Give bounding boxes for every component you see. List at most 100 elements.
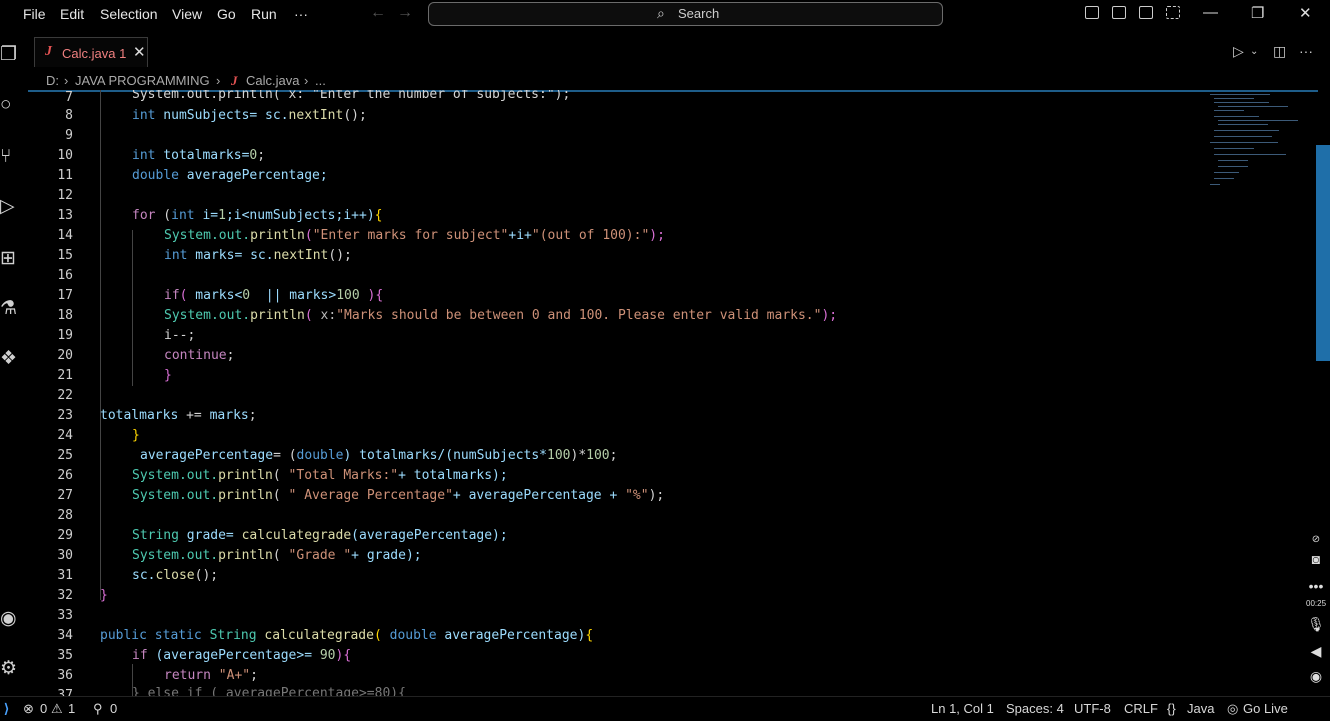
- code-line: System.out.println( "Total Marks:"+ tota…: [132, 468, 508, 483]
- menu-run[interactable]: Run: [251, 6, 277, 22]
- code-line: }: [100, 588, 108, 603]
- menu-edit[interactable]: Edit: [60, 6, 84, 22]
- end-of-line[interactable]: CRLF: [1124, 701, 1158, 716]
- microphone-icon[interactable]: 🎙: [1306, 616, 1326, 633]
- warning-icon[interactable]: ⚠: [51, 701, 63, 717]
- code-line: int numSubjects= sc.nextInt();: [132, 108, 367, 123]
- chevron-right-icon: ›: [64, 73, 69, 88]
- code-line: System.out.println( " Average Percentage…: [132, 488, 665, 503]
- code-line: return "A+";: [164, 668, 258, 683]
- menu-file[interactable]: File: [23, 6, 46, 22]
- go-live-button[interactable]: Go Live: [1243, 701, 1288, 716]
- run-dropdown-chevron-icon[interactable]: ⌄: [1250, 46, 1258, 57]
- chevron-right-icon: ›: [304, 73, 309, 88]
- java-file-icon: J: [231, 73, 238, 88]
- line-number: 15: [57, 248, 73, 263]
- line-number: 7: [65, 90, 73, 105]
- extensions-icon[interactable]: ⊞: [0, 248, 22, 270]
- line-number: 36: [57, 668, 73, 683]
- indent-guide: [132, 230, 133, 386]
- line-number: 10: [57, 148, 73, 163]
- run-debug-icon[interactable]: ▷: [0, 196, 22, 218]
- minimize-icon[interactable]: —: [1203, 4, 1218, 21]
- code-line: i--;: [164, 328, 196, 343]
- line-number: 31: [57, 568, 73, 583]
- line-number: 9: [65, 128, 73, 143]
- webcam-icon[interactable]: ◉: [1306, 668, 1326, 685]
- toggle-panel-icon[interactable]: [1112, 6, 1126, 19]
- code-line: String grade= calculategrade(averagePerc…: [132, 528, 508, 543]
- breadcrumb-file[interactable]: Calc.java: [246, 73, 299, 88]
- remote-indicator-icon[interactable]: ⟩: [4, 701, 9, 717]
- code-line: for (int i=1;i<numSubjects;i++){: [132, 208, 383, 223]
- code-line: averagePercentage= (double) totalmarks/(…: [140, 448, 618, 463]
- source-control-icon[interactable]: ⑂: [0, 146, 22, 168]
- testing-icon[interactable]: ⚗: [0, 298, 22, 320]
- braces-icon: {}: [1167, 701, 1176, 716]
- status-bar: ⟩ ⊗ 0 ⚠ 1 ⚲ 0 Ln 1, Col 1 Spaces: 4 UTF-…: [0, 696, 1330, 721]
- activity-bar: ❐ ○ ⑂ ▷ ⊞ ⚗ ❖ ◉ ⚙: [0, 30, 28, 698]
- search-view-icon[interactable]: ○: [0, 94, 22, 116]
- ports-count[interactable]: 0: [110, 701, 117, 716]
- more-actions-icon[interactable]: ···: [1299, 43, 1313, 59]
- line-number: 18: [57, 308, 73, 323]
- line-number: 16: [57, 268, 73, 283]
- back-arrow-icon[interactable]: ←: [370, 4, 386, 22]
- line-number: 33: [57, 608, 73, 623]
- python-icon[interactable]: ❖: [0, 348, 22, 370]
- menu-go[interactable]: Go: [217, 6, 236, 22]
- speaker-icon[interactable]: ◀: [1306, 643, 1326, 660]
- run-java-icon[interactable]: ▷: [1233, 43, 1244, 60]
- line-number: 25: [57, 448, 73, 463]
- tab-calc-java[interactable]: J Calc.java 1 ✕: [34, 37, 148, 67]
- breadcrumb-folder[interactable]: JAVA PROGRAMMING: [75, 73, 210, 88]
- account-icon[interactable]: ◉: [0, 608, 22, 630]
- breadcrumb-drive[interactable]: D:: [46, 73, 59, 88]
- command-center-search[interactable]: ⌕ Search: [428, 2, 943, 26]
- code-line: }: [164, 368, 172, 383]
- code-line: sc.close();: [132, 568, 219, 583]
- line-number: 21: [57, 368, 73, 383]
- indentation[interactable]: Spaces: 4: [1006, 701, 1064, 716]
- breadcrumb-more[interactable]: ...: [315, 73, 326, 88]
- cursor-position[interactable]: Ln 1, Col 1: [931, 701, 994, 716]
- language-mode[interactable]: Java: [1187, 701, 1214, 716]
- code-line: if( marks<0 || marks>100 ){: [164, 288, 384, 303]
- line-number: 28: [57, 508, 73, 523]
- ports-icon[interactable]: ⚲: [93, 701, 103, 717]
- recorder-more-icon[interactable]: •••: [1306, 578, 1326, 594]
- code-line: System.out.println("Enter marks for subj…: [164, 228, 665, 243]
- explorer-icon[interactable]: ❐: [0, 44, 22, 66]
- toggle-primary-sidebar-icon[interactable]: [1085, 6, 1099, 19]
- menu-view[interactable]: View: [172, 6, 202, 22]
- line-number: 11: [57, 168, 73, 183]
- error-count[interactable]: 0: [40, 701, 47, 716]
- camera-icon[interactable]: ◙: [1306, 551, 1326, 567]
- close-tab-icon[interactable]: ✕: [133, 43, 146, 61]
- vertical-scrollbar[interactable]: [1316, 145, 1330, 361]
- minimap[interactable]: [1206, 92, 1306, 202]
- line-number: 32: [57, 588, 73, 603]
- tab-label: Calc.java: [62, 46, 116, 61]
- line-number: 22: [57, 388, 73, 403]
- forward-arrow-icon[interactable]: →: [397, 4, 413, 22]
- close-window-icon[interactable]: ✕: [1299, 4, 1312, 22]
- toggle-secondary-sidebar-icon[interactable]: [1139, 6, 1153, 19]
- restore-icon[interactable]: ❐: [1251, 4, 1264, 22]
- editor-tabs: J Calc.java 1 ✕ ▷ ⌄ ◫ ···: [28, 34, 1330, 68]
- recorder-handle-icon[interactable]: ⊘: [1306, 534, 1326, 545]
- encoding[interactable]: UTF-8: [1074, 701, 1111, 716]
- settings-gear-icon[interactable]: ⚙: [0, 658, 22, 680]
- code-line: System.out.println( x:"Marks should be b…: [164, 308, 838, 323]
- breadcrumb: D: › JAVA PROGRAMMING › J Calc.java › ..…: [28, 70, 1330, 90]
- menu-selection[interactable]: Selection: [100, 6, 158, 22]
- menu-more[interactable]: ···: [294, 6, 308, 22]
- warning-count[interactable]: 1: [68, 701, 75, 716]
- customize-layout-icon[interactable]: [1166, 6, 1180, 19]
- code-editor[interactable]: 7 8 9 10 11 12 13 14 15 16 17 18 19 20 2…: [28, 90, 1330, 696]
- code-line: totalmarks += marks;: [100, 408, 257, 423]
- line-number: 13: [57, 208, 73, 223]
- split-editor-icon[interactable]: ◫: [1273, 43, 1286, 60]
- line-number: 8: [65, 108, 73, 123]
- error-icon[interactable]: ⊗: [23, 701, 34, 717]
